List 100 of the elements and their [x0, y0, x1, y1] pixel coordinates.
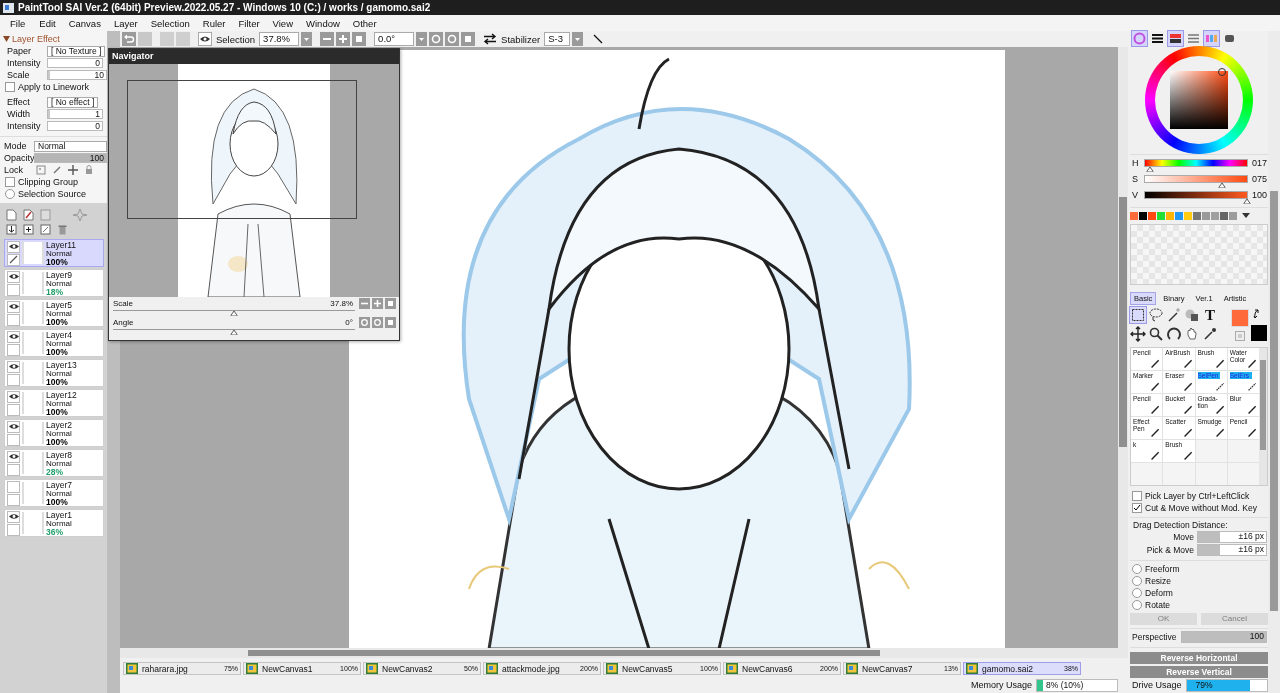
menu-item[interactable]: Filter: [232, 17, 267, 29]
eyedropper-icon[interactable]: [1202, 325, 1218, 342]
scrollbar-thumb[interactable]: [1270, 191, 1278, 611]
layer-item[interactable]: Layer4 Normal 100%: [4, 329, 104, 357]
layer-item[interactable]: Layer13 Normal 100%: [4, 359, 104, 387]
checkbox[interactable]: [1132, 502, 1142, 513]
layer-item[interactable]: Layer5 Normal 100%: [4, 299, 104, 327]
visibility-toggle[interactable]: [7, 240, 20, 253]
menu-item[interactable]: Other: [346, 17, 384, 29]
edit-toggle[interactable]: [7, 313, 20, 326]
trash-icon[interactable]: [57, 224, 68, 235]
visibility-toggle[interactable]: [7, 300, 20, 313]
color-swatch[interactable]: [1229, 211, 1237, 220]
edit-toggle[interactable]: [7, 463, 20, 476]
angle-field[interactable]: 0.0°: [374, 32, 415, 46]
rotate-right-icon[interactable]: [372, 317, 383, 328]
edit-toggle[interactable]: [7, 253, 20, 266]
rotate-right-icon[interactable]: [445, 32, 460, 46]
slider-thumb[interactable]: [1243, 199, 1251, 205]
reset-zoom-icon[interactable]: [385, 298, 396, 309]
color-swatch[interactable]: [1220, 211, 1228, 220]
eye-icon[interactable]: [198, 32, 212, 46]
stabilizer-field[interactable]: S-3: [544, 32, 571, 46]
lock-icon[interactable]: [84, 165, 94, 175]
scrollbar-thumb[interactable]: [248, 650, 880, 656]
move-distance-slider[interactable]: ±16 px: [1197, 531, 1267, 544]
pick-move-distance-slider[interactable]: ±16 px: [1197, 544, 1267, 557]
scrollbar-thumb[interactable]: [1260, 359, 1266, 450]
edit-toggle[interactable]: [7, 283, 20, 296]
menu-item[interactable]: Layer: [107, 17, 145, 29]
primary-color-swatch[interactable]: [1231, 309, 1249, 327]
opacity-slider[interactable]: 100: [34, 153, 107, 163]
color-swatch[interactable]: [1157, 211, 1165, 220]
menu-item[interactable]: Edit: [32, 17, 63, 29]
color-bars-icon[interactable]: [1168, 31, 1183, 47]
scale-slider[interactable]: 10: [47, 70, 107, 80]
dropdown-icon[interactable]: [1242, 212, 1250, 219]
zoom-field[interactable]: 37.8%: [259, 32, 300, 46]
merge-down-icon[interactable]: [6, 224, 17, 235]
color-swatch[interactable]: [1202, 211, 1210, 220]
flip-icon[interactable]: [483, 32, 498, 46]
radio-button[interactable]: [1132, 563, 1142, 574]
color-swatch[interactable]: [1175, 211, 1183, 220]
rotate-left-icon[interactable]: [429, 32, 444, 46]
edit-toggle[interactable]: [7, 523, 20, 536]
perspective-slider[interactable]: 100: [1181, 631, 1267, 644]
viewport-frame[interactable]: [127, 80, 357, 219]
blend-mode-dropdown[interactable]: Normal: [34, 140, 107, 152]
sparkle-icon[interactable]: [73, 208, 87, 221]
add-layer-icon[interactable]: [23, 224, 34, 235]
reset-rotation-icon[interactable]: [385, 317, 396, 328]
color-wheel-icon[interactable]: [1132, 31, 1147, 47]
layer-item[interactable]: Layer7 Normal 100%: [4, 479, 104, 507]
new-vector-layer-icon[interactable]: [23, 208, 34, 221]
color-swatch[interactable]: [1211, 211, 1219, 220]
text-tool[interactable]: T: [1202, 307, 1218, 323]
color-swatch[interactable]: [1148, 211, 1156, 220]
edit-toggle[interactable]: [7, 403, 20, 416]
color-swatch[interactable]: [1193, 211, 1201, 220]
visibility-toggle[interactable]: [7, 510, 20, 523]
rotate-left-icon[interactable]: [359, 317, 370, 328]
texture-dropdown[interactable]: [ No Texture ]: [47, 45, 106, 57]
zoom-in-icon[interactable]: [372, 298, 383, 309]
layer-item[interactable]: Layer11 Normal 100%: [4, 239, 104, 267]
zoom-out-icon[interactable]: [320, 32, 335, 46]
scrollbar-thumb[interactable]: [1119, 197, 1127, 447]
shapes-icon[interactable]: [1184, 307, 1200, 323]
edit-toggle[interactable]: [7, 373, 20, 386]
menu-item[interactable]: Window: [300, 17, 347, 29]
zoom-icon[interactable]: [1148, 325, 1164, 342]
visibility-toggle[interactable]: [7, 270, 20, 283]
edit-toggle[interactable]: [7, 433, 20, 446]
layer-item[interactable]: Layer1 Normal 36%: [4, 509, 104, 537]
visibility-toggle[interactable]: [7, 330, 20, 343]
layer-item[interactable]: Layer2 Normal 100%: [4, 419, 104, 447]
checkbox[interactable]: [1132, 490, 1142, 501]
slider-thumb[interactable]: [230, 330, 238, 335]
visibility-toggle[interactable]: [7, 420, 20, 433]
radio-button[interactable]: [1132, 575, 1142, 586]
radio-button[interactable]: [5, 189, 15, 199]
magic-wand-icon[interactable]: [1166, 307, 1182, 323]
visibility-toggle[interactable]: [7, 360, 20, 373]
move-icon[interactable]: [1130, 325, 1146, 342]
secondary-color-swatch[interactable]: [1251, 325, 1267, 341]
menu-item[interactable]: Ruler: [196, 17, 233, 29]
menu-item[interactable]: View: [266, 17, 300, 29]
visibility-toggle[interactable]: [7, 390, 20, 403]
clear-layer-icon[interactable]: [40, 224, 51, 235]
slider-thumb[interactable]: [230, 311, 238, 316]
menu-item[interactable]: Canvas: [62, 17, 108, 29]
pen-icon[interactable]: [52, 165, 62, 175]
hand-icon[interactable]: [1184, 325, 1200, 342]
width-slider[interactable]: 1: [47, 109, 103, 119]
layer-item[interactable]: Layer12 Normal 100%: [4, 389, 104, 417]
edit-toggle[interactable]: [7, 493, 20, 506]
radio-button[interactable]: [1132, 599, 1142, 610]
checkbox[interactable]: [5, 82, 15, 92]
rectangle-select-icon[interactable]: [1130, 307, 1146, 323]
color-swatch[interactable]: [1166, 211, 1174, 220]
undo-icon[interactable]: [122, 32, 136, 46]
